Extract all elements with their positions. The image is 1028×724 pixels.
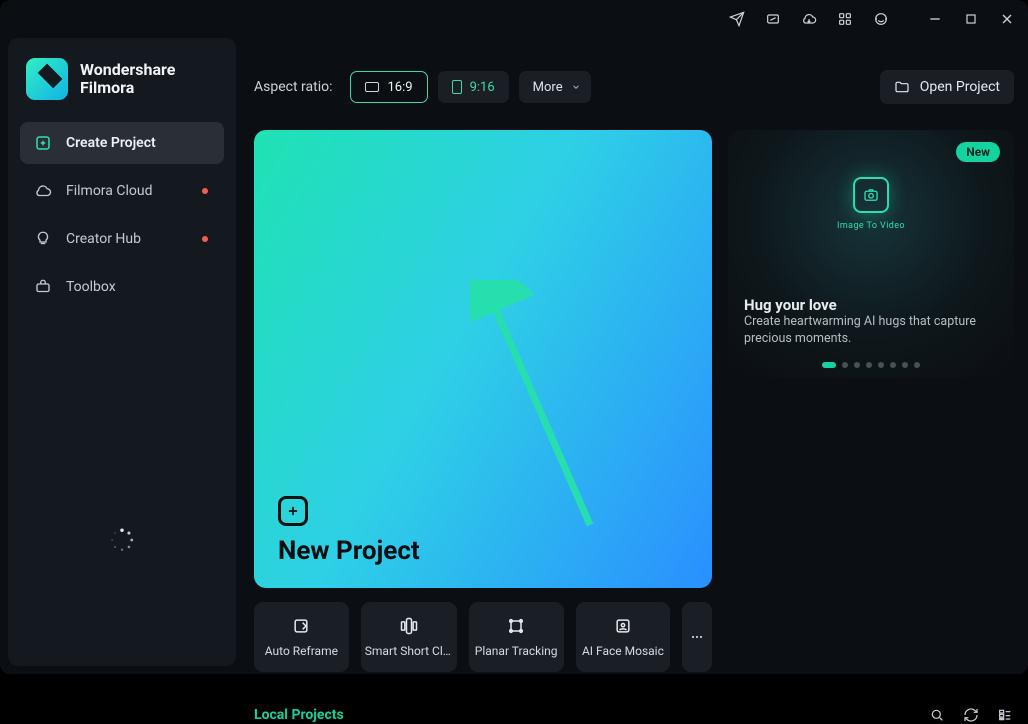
brand-logo-icon (26, 58, 68, 100)
open-project-label: Open Project (920, 79, 1000, 95)
aspect-ratio-9-16-button[interactable]: 9:16 (438, 71, 509, 103)
tool-card-label: Auto Reframe (265, 644, 338, 658)
toolbox-icon (34, 278, 52, 296)
ai-face-mosaic-icon (613, 616, 633, 636)
brand-line2: Filmora (80, 79, 175, 97)
promo-centerpiece: Image To Video (837, 177, 905, 231)
close-icon[interactable] (998, 10, 1016, 28)
tool-card-label: Planar Tracking (475, 644, 558, 658)
notification-dot (202, 236, 208, 242)
sidebar: Wondershare Filmora Create Project Filmo… (8, 38, 236, 666)
plus-square-icon (34, 134, 52, 152)
carousel-dot[interactable] (902, 362, 908, 368)
aspect-ratio-16-9-button[interactable]: 16:9 (350, 71, 427, 103)
portrait-rect-icon (452, 80, 462, 94)
maximize-icon[interactable] (962, 10, 980, 28)
app-frame: Wondershare Filmora Create Project Filmo… (0, 0, 1028, 674)
promo-mini-caption: Image To Video (837, 221, 905, 231)
auto-reframe-icon (291, 616, 311, 636)
more-label: More (533, 80, 563, 95)
tool-card-label: AI Face Mosaic (582, 644, 664, 658)
tool-card-planar-tracking[interactable]: Planar Tracking (469, 602, 564, 672)
bulb-icon (34, 230, 52, 248)
loading-spinner-icon (109, 527, 135, 557)
carousel-dots[interactable] (822, 362, 920, 368)
sidebar-item-label: Create Project (66, 135, 156, 151)
carousel-dot[interactable] (878, 362, 884, 368)
plus-square-icon (278, 496, 308, 526)
tool-card-smart-short-clips[interactable]: Smart Short Cli… (361, 602, 457, 672)
loading-spinner-wrap (20, 432, 224, 652)
tool-card-ai-face-mosaic[interactable]: AI Face Mosaic (576, 602, 671, 672)
carousel-dot[interactable] (890, 362, 896, 368)
left-stack: New Project Auto Reframe Smart Short Cli… (254, 130, 712, 672)
cloud-icon (34, 182, 52, 200)
camera-icon (853, 177, 889, 213)
cloud-download-icon[interactable] (800, 10, 818, 28)
search-icon[interactable] (928, 706, 946, 724)
smart-short-icon (399, 616, 419, 636)
carousel-dot[interactable] (822, 362, 836, 368)
aspect-ratio-value: 16:9 (387, 80, 412, 95)
toolbar: Aspect ratio: 16:9 9:16 More Open Projec… (254, 38, 1014, 104)
open-project-button[interactable]: Open Project (880, 70, 1014, 104)
support-icon[interactable] (872, 10, 890, 28)
folder-icon (894, 79, 910, 95)
carousel-dot[interactable] (854, 362, 860, 368)
promo-card[interactable]: New Image To Video Hug your love Create … (728, 130, 1014, 378)
aspect-ratio-label: Aspect ratio: (254, 79, 332, 95)
sidebar-item-creator-hub[interactable]: Creator Hub (20, 218, 224, 260)
brand: Wondershare Filmora (20, 52, 224, 122)
refresh-icon[interactable] (962, 706, 980, 724)
tool-card-label: Smart Short Cli… (365, 644, 453, 658)
new-project-label: New Project (278, 536, 688, 566)
carousel-dot[interactable] (842, 362, 848, 368)
landscape-rect-icon (365, 82, 379, 92)
brand-line1: Wondershare (80, 61, 175, 79)
promo-title: Hug your love (744, 296, 837, 314)
tool-cards: Auto Reframe Smart Short Cli… Planar Tra… (254, 602, 712, 672)
titlebar (0, 0, 1028, 38)
hero-row: New Project Auto Reframe Smart Short Cli… (254, 130, 1014, 672)
more-horizontal-icon (689, 629, 705, 645)
sidebar-item-label: Filmora Cloud (66, 183, 152, 199)
apps-icon[interactable] (836, 10, 854, 28)
tool-card-more-button[interactable] (682, 602, 712, 672)
sidebar-nav: Create Project Filmora Cloud Creator Hub (20, 122, 224, 308)
list-view-icon[interactable] (996, 706, 1014, 724)
planar-tracking-icon (506, 616, 526, 636)
minimize-icon[interactable] (926, 10, 944, 28)
local-projects-row: Local Projects (254, 706, 1014, 724)
carousel-dot[interactable] (866, 362, 872, 368)
sidebar-item-filmora-cloud[interactable]: Filmora Cloud (20, 170, 224, 212)
brand-text: Wondershare Filmora (80, 61, 175, 98)
window-controls (926, 10, 1016, 28)
tool-card-auto-reframe[interactable]: Auto Reframe (254, 602, 349, 672)
carousel-dot[interactable] (914, 362, 920, 368)
sidebar-item-toolbox[interactable]: Toolbox (20, 266, 224, 308)
new-project-button[interactable]: New Project (254, 130, 712, 588)
discount-icon[interactable] (764, 10, 782, 28)
promo-subtitle: Create heartwarming AI hugs that capture… (744, 314, 998, 348)
aspect-ratio-value: 9:16 (470, 80, 495, 95)
local-projects-actions (928, 706, 1014, 724)
notification-dot (202, 188, 208, 194)
chevron-down-icon (571, 82, 581, 92)
sidebar-item-create-project[interactable]: Create Project (20, 122, 224, 164)
sidebar-item-label: Creator Hub (66, 231, 141, 247)
main-area: Aspect ratio: 16:9 9:16 More Open Projec… (244, 38, 1020, 666)
aspect-ratio-more-button[interactable]: More (519, 71, 591, 103)
local-projects-tab[interactable]: Local Projects (254, 707, 344, 723)
new-badge: New (956, 142, 1000, 162)
content-row: Wondershare Filmora Create Project Filmo… (0, 38, 1028, 674)
send-icon[interactable] (728, 10, 746, 28)
sidebar-item-label: Toolbox (66, 279, 116, 295)
